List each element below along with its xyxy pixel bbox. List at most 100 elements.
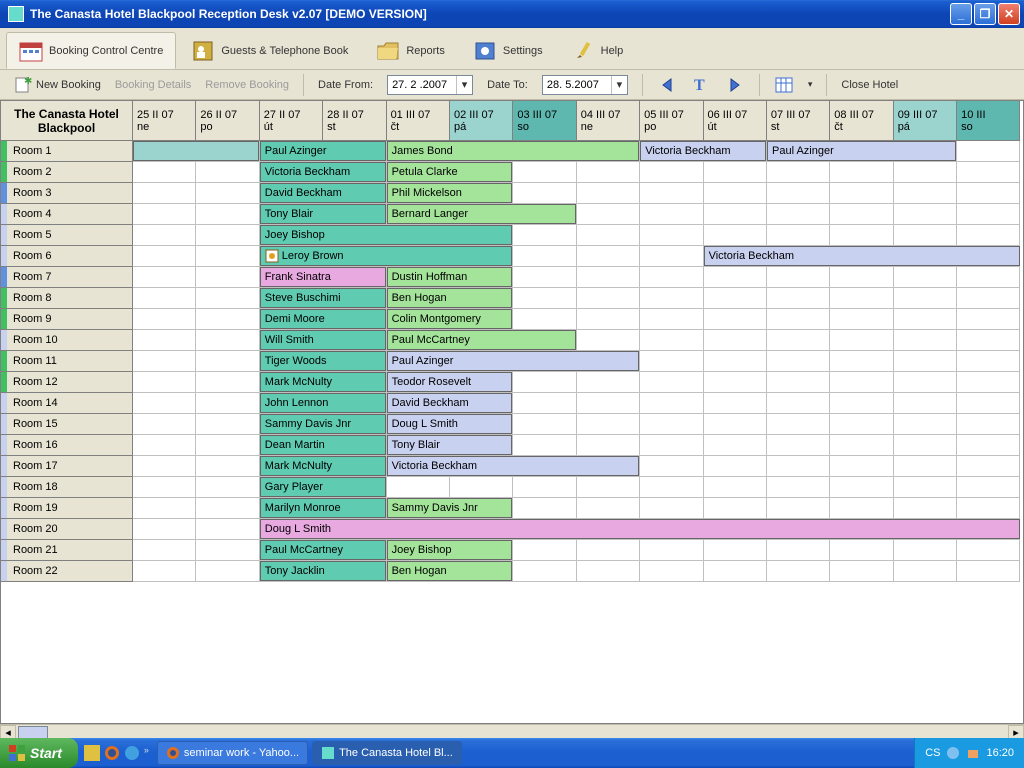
grid-cell[interactable] [577, 372, 640, 393]
grid-cell[interactable] [704, 309, 767, 330]
clock[interactable]: 16:20 [986, 747, 1014, 759]
taskbar-item-browser[interactable]: seminar work - Yahoo... [157, 741, 308, 765]
room-label[interactable]: Room 8 [1, 288, 133, 309]
grid-cell[interactable] [894, 540, 957, 561]
booking-block[interactable]: Tiger Woods [260, 351, 386, 371]
grid-cell[interactable] [640, 204, 703, 225]
grid-cell[interactable] [704, 162, 767, 183]
grid-cell[interactable] [577, 309, 640, 330]
grid-cell[interactable] [513, 246, 576, 267]
booking-block[interactable]: Steve Buschimi [260, 288, 386, 308]
date-column-header[interactable]: 03 III 07so [513, 101, 576, 141]
grid-cell[interactable] [640, 372, 703, 393]
booking-block[interactable]: Leroy Brown [260, 246, 513, 266]
grid-cell[interactable] [704, 351, 767, 372]
date-column-header[interactable]: 27 II 07út [260, 101, 323, 141]
booking-block[interactable]: Victoria Beckham [387, 456, 640, 476]
app-icon[interactable] [124, 745, 140, 761]
close-button[interactable]: ✕ [998, 3, 1020, 25]
grid-cell[interactable] [640, 393, 703, 414]
booking-block[interactable]: John Lennon [260, 393, 386, 413]
grid-cell[interactable] [830, 414, 893, 435]
grid-cell[interactable] [767, 414, 830, 435]
grid-cell[interactable] [196, 204, 259, 225]
grid-cell[interactable] [513, 372, 576, 393]
booking-block[interactable]: Colin Montgomery [387, 309, 513, 329]
booking-block[interactable]: Petula Clarke [387, 162, 513, 182]
grid-cell[interactable] [196, 372, 259, 393]
grid-cell[interactable] [513, 288, 576, 309]
grid-cell[interactable] [894, 288, 957, 309]
grid-cell[interactable] [196, 309, 259, 330]
grid-cell[interactable] [767, 162, 830, 183]
date-column-header[interactable]: 10 IIIso [957, 101, 1020, 141]
grid-cell[interactable] [704, 477, 767, 498]
grid-cell[interactable] [196, 456, 259, 477]
booking-block[interactable]: Victoria Beckham [640, 141, 766, 161]
grid-cell[interactable] [577, 498, 640, 519]
dropdown-icon[interactable]: ▾ [611, 76, 627, 94]
date-from-input[interactable]: ▾ [387, 75, 473, 95]
grid-cell[interactable] [577, 204, 640, 225]
chevron-icon[interactable]: » [144, 745, 149, 761]
grid-cell[interactable] [767, 225, 830, 246]
grid-cell[interactable] [133, 456, 196, 477]
grid-cell[interactable] [894, 393, 957, 414]
grid-cell[interactable] [830, 540, 893, 561]
booking-block[interactable]: Victoria Beckham [704, 246, 1020, 266]
booking-block[interactable]: Doug L Smith [260, 519, 1020, 539]
grid-cell[interactable] [133, 414, 196, 435]
calendar-grid-icon[interactable] [774, 75, 794, 95]
booking-block[interactable]: David Beckham [387, 393, 513, 413]
grid-cell[interactable] [767, 393, 830, 414]
grid-cell[interactable] [957, 540, 1020, 561]
grid-cell[interactable] [513, 414, 576, 435]
grid-cell[interactable] [513, 183, 576, 204]
room-label[interactable]: Room 16 [1, 435, 133, 456]
room-label[interactable]: Room 6 [1, 246, 133, 267]
tab-reports[interactable]: Reports [363, 32, 458, 69]
tray-icon[interactable] [946, 746, 960, 760]
room-label[interactable]: Room 12 [1, 372, 133, 393]
grid-cell[interactable] [957, 393, 1020, 414]
room-label[interactable]: Room 20 [1, 519, 133, 540]
grid-cell[interactable] [894, 351, 957, 372]
tab-help[interactable]: Help [558, 32, 637, 69]
tray-icon[interactable] [966, 746, 980, 760]
grid-cell[interactable] [577, 477, 640, 498]
grid-cell[interactable] [196, 414, 259, 435]
date-column-header[interactable]: 28 II 07st [323, 101, 386, 141]
room-label[interactable]: Room 14 [1, 393, 133, 414]
grid-cell[interactable] [196, 351, 259, 372]
grid-cell[interactable] [640, 498, 703, 519]
date-column-header[interactable]: 26 II 07po [196, 101, 259, 141]
grid-cell[interactable] [133, 435, 196, 456]
grid-cell[interactable] [133, 267, 196, 288]
date-column-header[interactable]: 06 III 07út [704, 101, 767, 141]
date-column-header[interactable]: 01 III 07čt [387, 101, 450, 141]
grid-cell[interactable] [894, 372, 957, 393]
grid-cell[interactable] [133, 225, 196, 246]
date-column-header[interactable]: 07 III 07st [767, 101, 830, 141]
language-indicator[interactable]: CS [925, 747, 940, 759]
grid-cell[interactable] [196, 288, 259, 309]
minimize-button[interactable]: _ [950, 3, 972, 25]
grid-cell[interactable] [577, 246, 640, 267]
grid-cell[interactable] [640, 414, 703, 435]
grid-cell[interactable] [513, 393, 576, 414]
grid-cell[interactable] [704, 267, 767, 288]
grid-cell[interactable] [640, 561, 703, 582]
grid-cell[interactable] [957, 498, 1020, 519]
booking-block[interactable] [133, 141, 259, 161]
grid-cell[interactable] [704, 435, 767, 456]
grid-cell[interactable] [133, 540, 196, 561]
date-column-header[interactable]: 09 III 07pá [894, 101, 957, 141]
grid-cell[interactable] [957, 288, 1020, 309]
grid-cell[interactable] [767, 498, 830, 519]
booking-block[interactable]: Dustin Hoffman [387, 267, 513, 287]
booking-block[interactable]: Ben Hogan [387, 288, 513, 308]
grid-cell[interactable] [577, 162, 640, 183]
grid-cell[interactable] [133, 204, 196, 225]
arrow-right-icon[interactable] [725, 75, 745, 95]
grid-cell[interactable] [196, 246, 259, 267]
